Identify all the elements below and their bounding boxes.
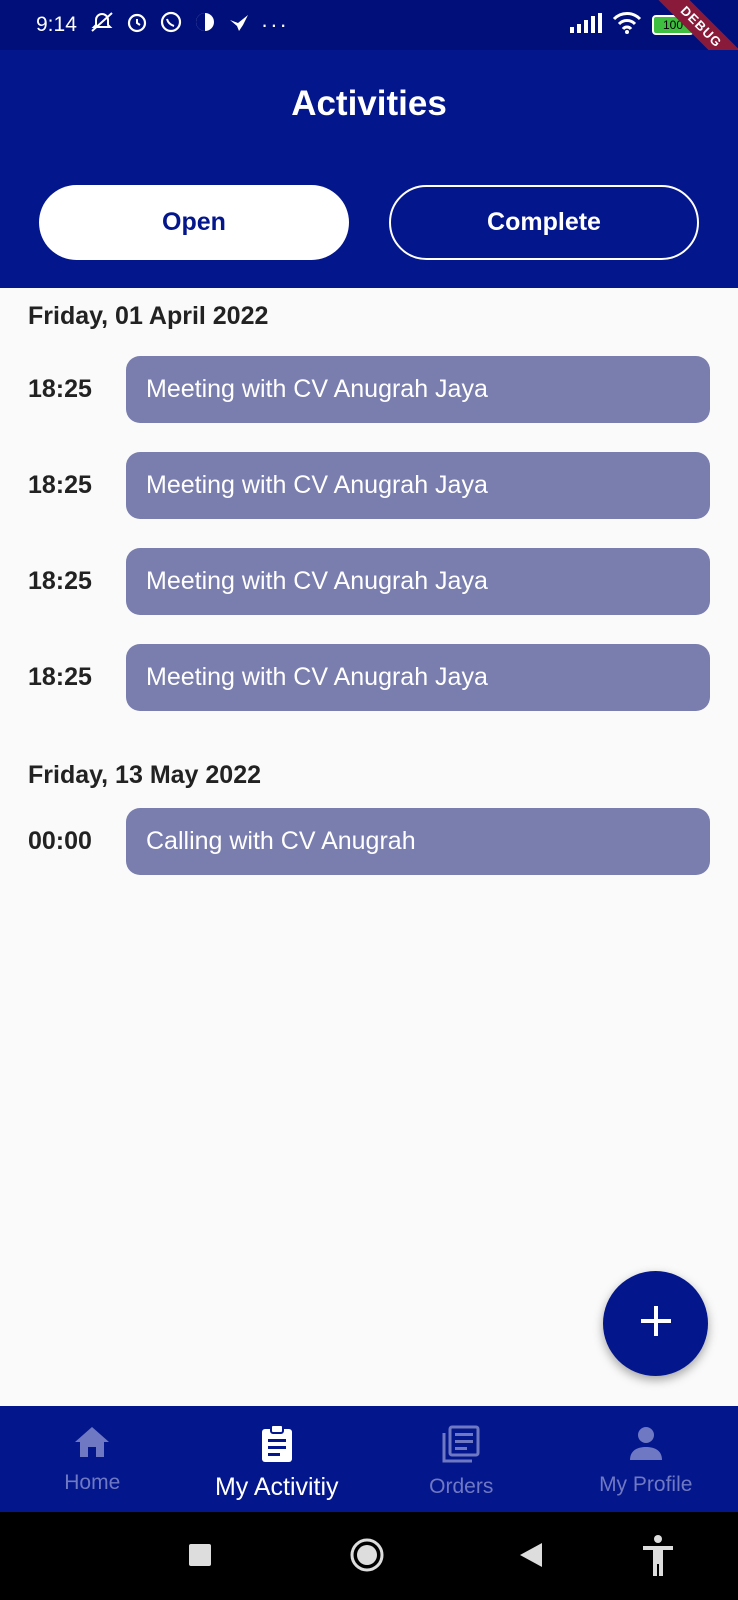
mute-icon — [89, 10, 115, 40]
home-button[interactable] — [348, 1536, 386, 1579]
accessibility-icon — [640, 1535, 676, 1582]
activity-row: 18:25 Meeting with CV Anugrah Jaya — [0, 356, 738, 423]
square-icon — [187, 1544, 213, 1572]
recent-apps-button[interactable] — [187, 1542, 213, 1573]
status-time: 9:14 — [36, 13, 77, 36]
tab-open[interactable]: Open — [39, 185, 349, 260]
home-icon — [72, 1424, 112, 1465]
activity-time: 18:25 — [28, 567, 92, 595]
status-bar: 9:14 ··· 100 DEBUG — [0, 0, 738, 88]
app-bar: Activities Open Complete — [0, 50, 738, 288]
page-title: Activities — [291, 84, 447, 123]
activity-time: 18:25 — [28, 375, 92, 403]
signal-icon — [570, 12, 602, 38]
add-activity-button[interactable] — [603, 1271, 708, 1376]
activity-card[interactable]: Calling with CV Anugrah — [126, 808, 710, 875]
activity-row: 18:25 Meeting with CV Anugrah Jaya — [0, 548, 738, 615]
nav-label: My Activitiy — [214, 1473, 339, 1501]
person-icon — [626, 1424, 666, 1467]
activity-card[interactable]: Meeting with CV Anugrah Jaya — [126, 548, 710, 615]
system-navigation-bar — [0, 1512, 738, 1600]
nav-my-activity[interactable]: My Activitiy — [185, 1406, 370, 1512]
nav-orders[interactable]: Orders — [369, 1406, 554, 1512]
plus-icon — [639, 1304, 673, 1343]
accessibility-button[interactable] — [640, 1534, 676, 1583]
clipboard-icon — [257, 1424, 297, 1469]
activity-time: 00:00 — [28, 827, 92, 855]
orders-icon — [441, 1424, 481, 1469]
back-triangle-icon — [518, 1543, 544, 1573]
nav-label: Orders — [429, 1475, 494, 1498]
nav-my-profile[interactable]: My Profile — [554, 1406, 738, 1512]
bottom-navigation: Home My Activitiy Orders My Profile — [0, 1406, 738, 1512]
bird-icon — [227, 10, 251, 40]
activity-time: 18:25 — [28, 663, 92, 691]
nav-label: Home — [64, 1471, 121, 1494]
activity-time: 18:25 — [28, 471, 92, 499]
wifi-icon — [612, 11, 642, 40]
activity-row: 18:25 Meeting with CV Anugrah Jaya — [0, 452, 738, 519]
nav-label: My Profile — [599, 1473, 693, 1496]
date-header: Friday, 13 May 2022 — [28, 761, 262, 789]
nav-home[interactable]: Home — [0, 1406, 185, 1512]
alarm-icon — [125, 10, 149, 40]
activity-card[interactable]: Meeting with CV Anugrah Jaya — [126, 452, 710, 519]
activity-card[interactable]: Meeting with CV Anugrah Jaya — [126, 356, 710, 423]
tab-complete[interactable]: Complete — [389, 185, 699, 260]
status-left: 9:14 ··· — [36, 0, 289, 50]
back-button[interactable] — [518, 1541, 544, 1574]
activity-row: 00:00 Calling with CV Anugrah — [0, 808, 738, 875]
activity-card[interactable]: Meeting with CV Anugrah Jaya — [126, 644, 710, 711]
date-header: Friday, 01 April 2022 — [28, 302, 269, 330]
whatsapp-icon — [159, 10, 183, 40]
circle-icon — [348, 1538, 386, 1578]
app-icon — [193, 10, 217, 40]
more-notifications: ··· — [260, 12, 289, 37]
activity-row: 18:25 Meeting with CV Anugrah Jaya — [0, 644, 738, 711]
